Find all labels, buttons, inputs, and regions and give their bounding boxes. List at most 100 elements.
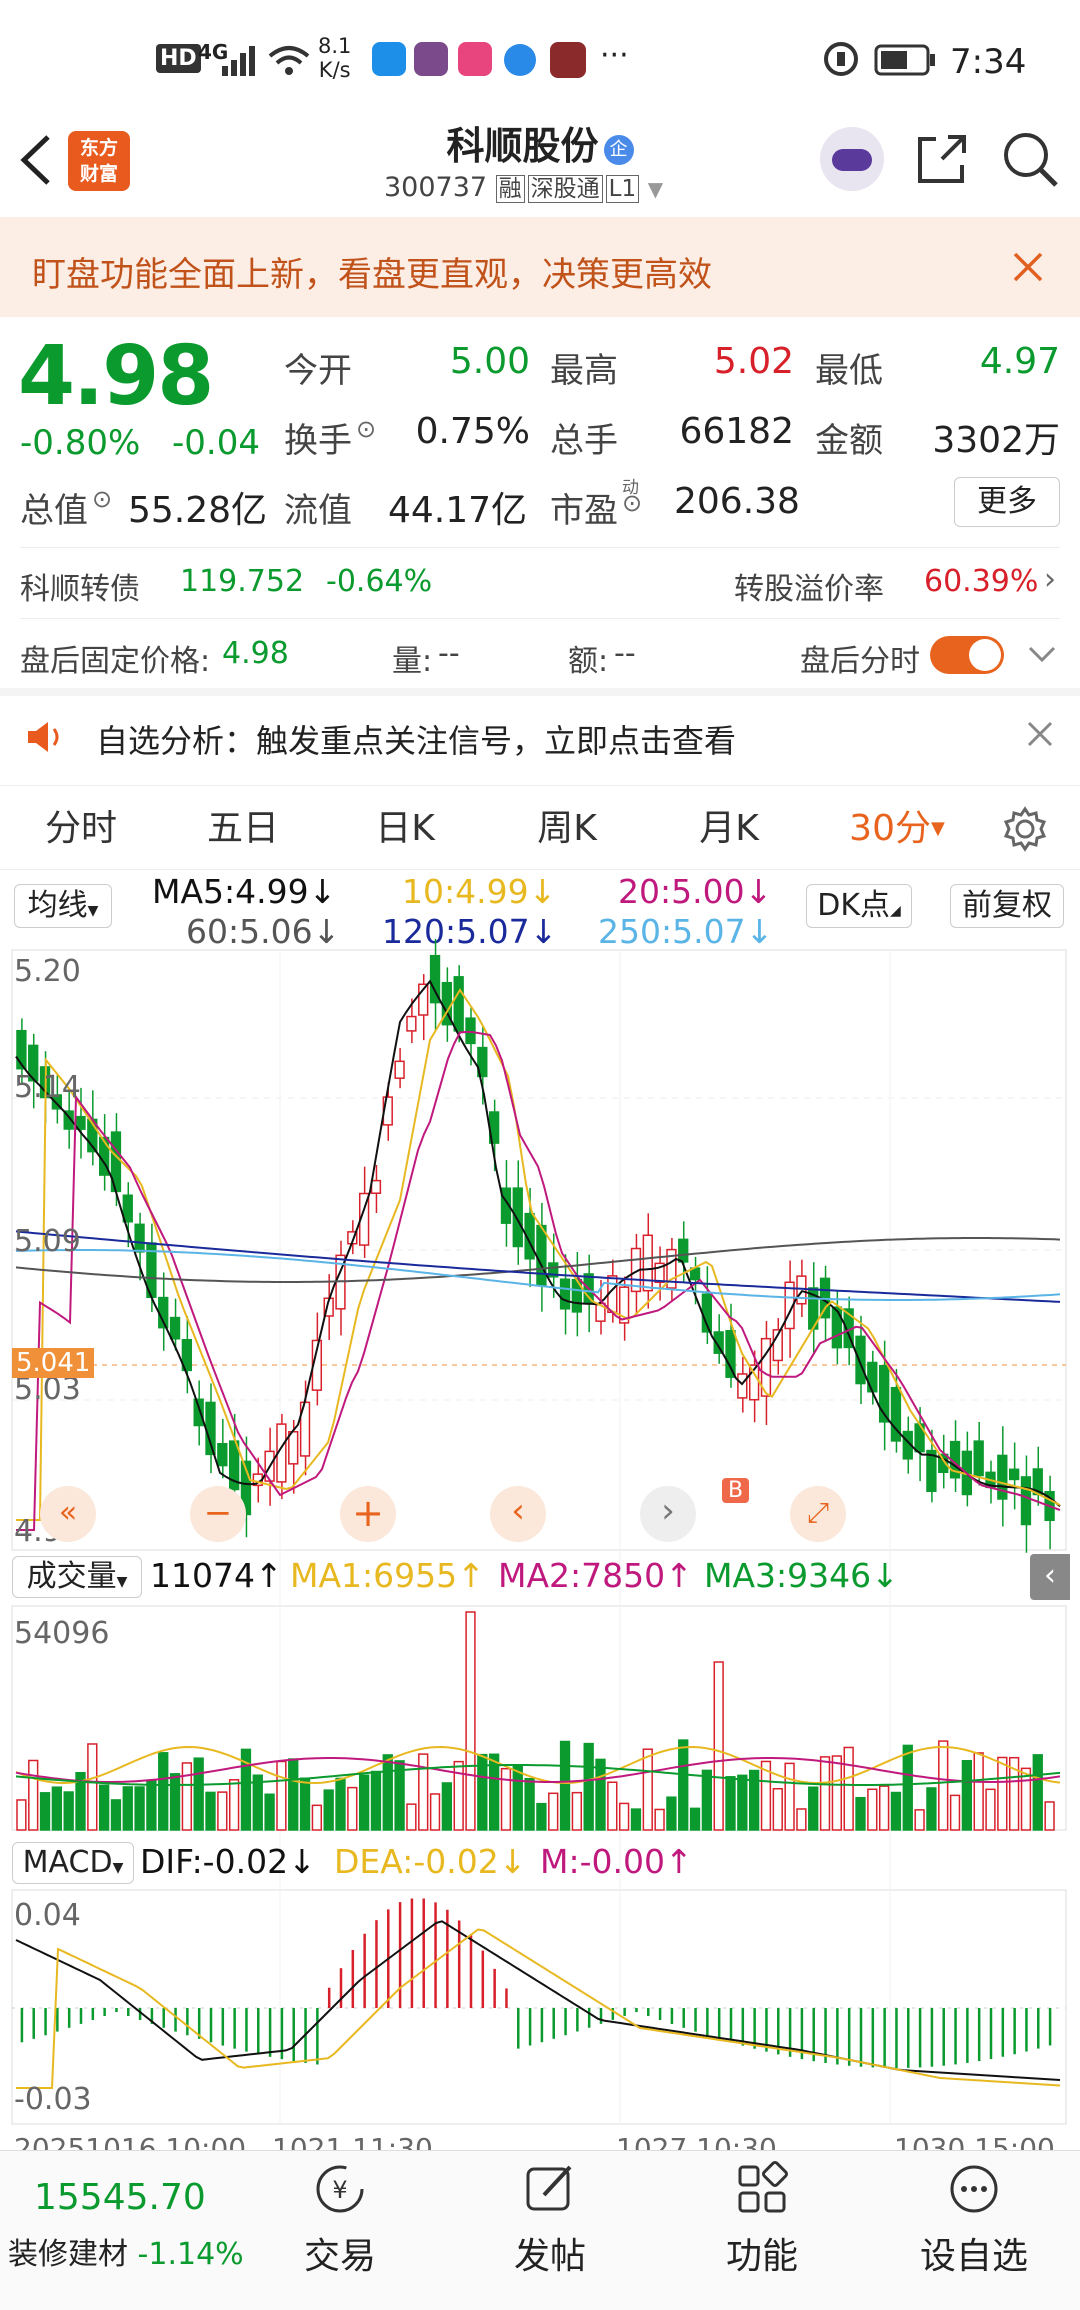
net-speed: 8.1 K/s (318, 34, 352, 82)
volume-bar (926, 1787, 937, 1831)
macd-y-top: 0.04 (14, 1898, 81, 1933)
candle-body (512, 1187, 523, 1248)
info-icon[interactable]: ⊙ (92, 485, 112, 513)
tag-margin: 融 (495, 175, 525, 203)
weather-app-icon (372, 42, 406, 76)
macd-selector[interactable]: MACD▼ (12, 1842, 134, 1884)
more-button[interactable]: 更多 (954, 477, 1060, 527)
stock-code-line[interactable]: 300737 融深股通 L1 ▼ (384, 169, 663, 203)
candle-body (559, 1278, 571, 1310)
close-icon[interactable] (1012, 251, 1044, 283)
signal-notice[interactable]: 自选分析：触发重点关注信号，立即点击查看 (0, 688, 1080, 780)
scroll-left-button[interactable]: ‹ (490, 1486, 546, 1542)
volume-bar (973, 1752, 984, 1831)
volume-bar (276, 1760, 287, 1831)
volume-bar (51, 1786, 63, 1831)
cb-pct: -0.64% (326, 564, 433, 599)
ah-amt-label: 额: (568, 644, 609, 679)
tab-monthly-k[interactable]: 月K (664, 786, 794, 871)
stock-code: 300737 (384, 172, 488, 203)
buy-signal-marker[interactable]: B (722, 1478, 750, 1503)
volume-current: 11074↑ (150, 1556, 283, 1595)
candle-body (370, 1179, 382, 1194)
share-icon[interactable] (914, 131, 970, 187)
feature-banner[interactable]: 盯盘功能全面上新，看盘更直观，决策更高效 (0, 217, 1080, 317)
volume-bar (122, 1786, 133, 1831)
robot-assistant-icon[interactable] (820, 127, 884, 191)
volume-value: 66182 (679, 411, 794, 452)
search-icon[interactable] (1000, 129, 1060, 189)
volume-bar (961, 1759, 973, 1831)
nav-post[interactable]: 发帖 (480, 2161, 620, 2279)
volume-selector[interactable]: 成交量▼ (12, 1556, 142, 1598)
sector-name: 装修建材 (8, 2237, 128, 2272)
tab-weekly-k[interactable]: 周K (502, 786, 632, 871)
zoom-out-button[interactable]: + (340, 1486, 396, 1542)
candle-body (169, 1316, 181, 1340)
collapse-panel-button[interactable]: ‹ (1030, 1554, 1070, 1600)
volume-bar (607, 1781, 618, 1831)
candle-body (831, 1306, 843, 1349)
chevron-down-icon[interactable] (1028, 646, 1056, 664)
volume-bar (323, 1789, 334, 1831)
candle-body (867, 1361, 878, 1393)
nav-trade[interactable]: ¥ 交易 (270, 2161, 410, 2279)
tab-daily-k[interactable]: 日K (340, 786, 470, 871)
high-value: 5.02 (713, 341, 794, 382)
candle-body (205, 1401, 216, 1456)
scroll-right-button[interactable]: › (640, 1486, 696, 1542)
period-tabs: 分时 五日 日K 周K 月K 30分▼ (0, 785, 1080, 870)
volume-bar (618, 1802, 630, 1831)
after-hours-toggle[interactable] (930, 636, 1004, 674)
nav-functions[interactable]: 功能 (692, 2161, 832, 2279)
volume-bar (370, 1770, 382, 1831)
info-icon[interactable]: ⊙ (622, 489, 642, 517)
data-saver-icon (824, 42, 858, 76)
volume-ma2: MA2:7850↑ (498, 1556, 693, 1595)
volume-bar (678, 1739, 689, 1831)
enterprise-badge: 企 (603, 135, 634, 165)
volume-bar (784, 1762, 795, 1831)
volume-bar (512, 1765, 523, 1831)
volume-bar (701, 1769, 713, 1831)
info-icon[interactable]: ⊙ (356, 415, 376, 443)
sector-index-line[interactable]: 装修建材 -1.14% (8, 2229, 244, 2273)
volume-bar (1020, 1767, 1032, 1831)
sector-index-value[interactable]: 15545.70 (34, 2177, 206, 2218)
volume-bar (347, 1786, 358, 1831)
volume-bar (205, 1791, 216, 1831)
close-icon[interactable] (1026, 720, 1054, 748)
candle-body (855, 1335, 866, 1385)
candle-body (134, 1223, 145, 1253)
volume-bar (1044, 1801, 1055, 1831)
tab-intraday[interactable]: 分时 (16, 786, 146, 871)
fullscreen-icon[interactable]: ⤢ (790, 1486, 846, 1542)
y-label-top: 5.20 (14, 954, 81, 989)
volume-bar (228, 1779, 240, 1831)
volume-bar (311, 1804, 323, 1831)
scroll-left-fast-button[interactable]: « (40, 1486, 96, 1542)
settings-gear-icon[interactable] (1002, 806, 1048, 852)
macd-bars (20, 1898, 1052, 2068)
candle-body (1020, 1476, 1032, 1526)
volume-bar (642, 1748, 653, 1831)
volume-bar (831, 1755, 843, 1831)
volume-bar (465, 1611, 476, 1831)
volume-bar (217, 1791, 228, 1831)
volume-bar (737, 1774, 748, 1831)
tab-five-day[interactable]: 五日 (178, 786, 308, 871)
nav-watchlist[interactable]: 设自选 (904, 2161, 1044, 2279)
volume-bar (264, 1793, 275, 1831)
news-app-icon (550, 42, 586, 78)
pe-label: 市盈 (550, 491, 618, 531)
volume-y-top: 54096 (14, 1616, 110, 1651)
cb-premium-label: 转股溢价率 (734, 572, 884, 607)
chart-area[interactable]: 均线▼ MA5:4.99↓ 10:4.99↓ 20:5.00↓ 60:5.06↓… (0, 870, 1080, 2165)
zoom-in-button[interactable]: − (190, 1486, 246, 1542)
convertible-bond-row[interactable]: 科顺转债 119.752 -0.64% 转股溢价率 60.39% › (0, 548, 1080, 618)
after-hours-row: 盘后固定价格: 4.98 量: -- 额: -- 盘后分时 (0, 620, 1080, 688)
tab-30min[interactable]: 30分▼ (832, 786, 962, 871)
volume-bar (500, 1767, 512, 1831)
chevron-down-icon: ▼ (647, 177, 664, 201)
volume-bar (630, 1808, 642, 1831)
